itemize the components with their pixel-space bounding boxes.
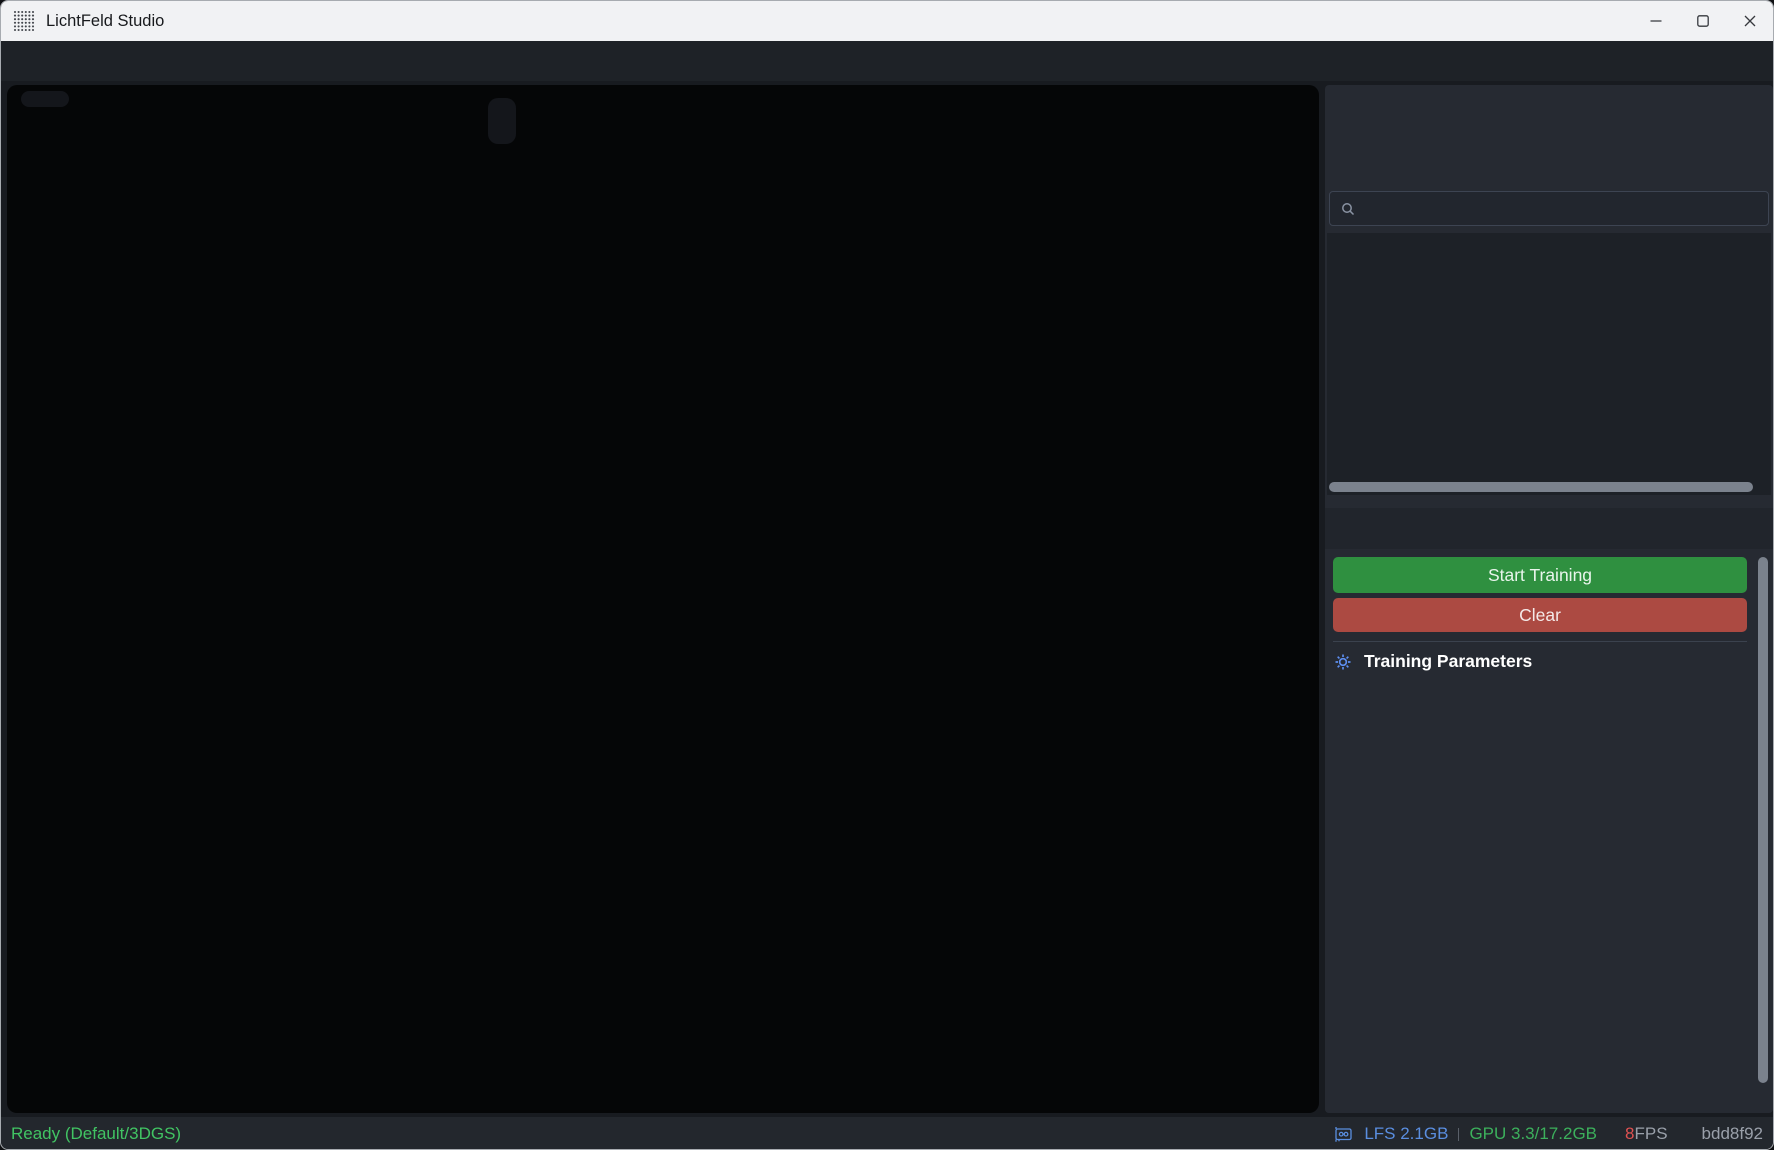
status-build-hash: bdd8f92 <box>1702 1124 1763 1144</box>
training-parameters-header: Training Parameters <box>1333 651 1532 672</box>
gpu-chip-icon <box>1333 1126 1354 1143</box>
maximize-button[interactable] <box>1679 1 1726 41</box>
close-button[interactable] <box>1726 1 1773 41</box>
status-gpu-memory: GPU 3.3/17.2GB <box>1469 1124 1597 1144</box>
training-panel: Start Training Clear Training Parameters <box>1325 549 1773 1113</box>
scene-search <box>1329 191 1769 226</box>
training-parameters-title: Training Parameters <box>1364 651 1532 672</box>
minimize-button[interactable] <box>1632 1 1679 41</box>
scene-tree <box>1327 233 1771 479</box>
right-panel: Start Training Clear Training Parameters <box>1325 85 1773 1113</box>
window-title: LichtFeld Studio <box>46 12 164 31</box>
search-icon <box>1340 201 1356 217</box>
status-fps: 8FPS <box>1625 1124 1668 1144</box>
status-lfs-memory: LFS 2.1GB <box>1364 1124 1448 1144</box>
menubar <box>1 41 1773 81</box>
divider <box>1333 641 1747 642</box>
training-panel-vscrollbar <box>1757 557 1769 1105</box>
gear-icon <box>1333 652 1353 672</box>
left-toolbar <box>21 91 69 107</box>
start-training-button[interactable]: Start Training <box>1333 557 1747 593</box>
main-area: Start Training Clear Training Parameters <box>1 81 1773 1117</box>
fps-label: FPS <box>1634 1124 1667 1143</box>
status-separator <box>1458 1128 1459 1141</box>
status-metrics: LFS 2.1GB GPU 3.3/17.2GB 8FPS bdd8f92 <box>1333 1124 1763 1144</box>
scene-tree-hscrollbar <box>1327 479 1771 495</box>
viewport-3d[interactable] <box>7 85 1319 1113</box>
scene-tree-hscrollbar-thumb[interactable] <box>1329 482 1753 492</box>
training-panel-vscrollbar-thumb[interactable] <box>1758 557 1768 1083</box>
titlebar: LichtFeld Studio <box>1 1 1773 41</box>
inspector-tabs <box>1325 508 1773 549</box>
viewport-canvas[interactable] <box>7 85 1319 1113</box>
axis-gizmo[interactable] <box>1193 87 1317 211</box>
app-window: LichtFeld Studio <box>0 0 1774 1150</box>
app-logo-icon <box>12 9 36 33</box>
transform-toolbar <box>488 98 516 144</box>
window-controls <box>1632 1 1773 41</box>
status-bar: Ready (Default/3DGS) LFS 2.1GB GPU 3.3/1… <box>1 1117 1773 1150</box>
scene-search-input[interactable] <box>1364 199 1758 219</box>
status-ready: Ready (Default/3DGS) <box>11 1124 181 1144</box>
clear-button[interactable]: Clear <box>1333 598 1747 632</box>
